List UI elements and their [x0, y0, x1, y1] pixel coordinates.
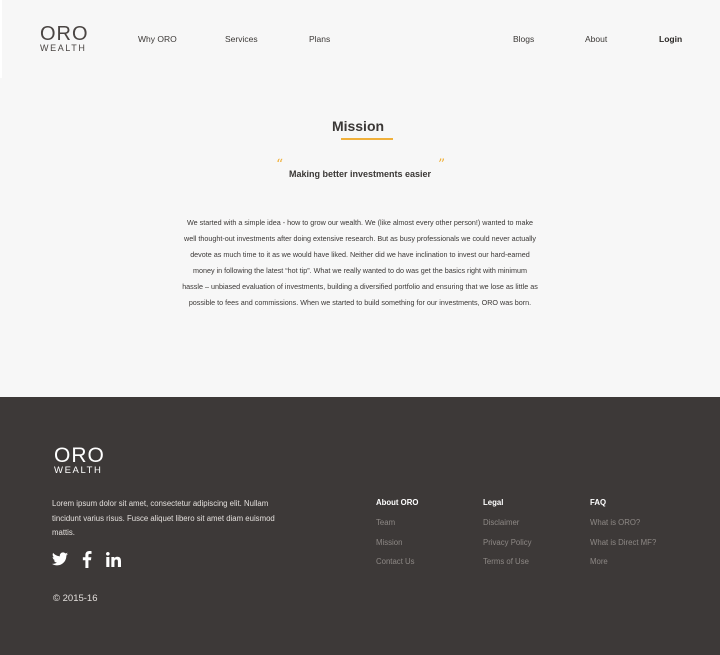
nav-services[interactable]: Services [225, 34, 258, 44]
twitter-icon[interactable] [52, 552, 68, 568]
footer-column-faq: FAQ What is ORO? What is Direct MF? More [590, 498, 656, 577]
footer-link-what-is-direct-mf[interactable]: What is Direct MF? [590, 538, 656, 547]
footer-link-disclaimer[interactable]: Disclaimer [483, 518, 532, 527]
oro-wealth-logo[interactable]: ORO WEALTH [40, 23, 90, 53]
nav-blogs[interactable]: Blogs [513, 34, 534, 44]
copyright-text: © 2015-16 [53, 593, 98, 604]
footer-column-heading: Legal [483, 498, 504, 507]
facebook-icon[interactable] [82, 551, 92, 568]
footer-link-what-is-oro[interactable]: What is ORO? [590, 518, 656, 527]
mission-title: Mission [331, 118, 385, 134]
footer-logo-wealth-text: WEALTH [54, 465, 103, 476]
footer-column-heading: About ORO [376, 498, 419, 507]
footer-link-more[interactable]: More [590, 557, 656, 566]
site-footer: ORO WEALTH Lorem ipsum dolor sit amet, c… [0, 397, 720, 655]
title-underline [341, 138, 393, 140]
mission-body: We started with a simple idea - how to g… [182, 218, 538, 307]
footer-column-legal: Legal Disclaimer Privacy Policy Terms of… [483, 498, 532, 577]
nav-about[interactable]: About [585, 34, 607, 44]
footer-logo[interactable]: ORO WEALTH [54, 444, 110, 476]
login-link[interactable]: Login [659, 34, 682, 44]
footer-link-mission[interactable]: Mission [376, 538, 418, 547]
mission-tagline: Making better investments easier [288, 169, 432, 179]
site-header: ORO WEALTH Why ORO Services Plans Blogs … [0, 0, 720, 78]
logo-oro-text: ORO [40, 23, 89, 45]
footer-description: Lorem ipsum dolor sit amet, consectetur … [52, 499, 275, 537]
footer-logo-oro-text: ORO [54, 444, 105, 467]
footer-link-terms-of-use[interactable]: Terms of Use [483, 557, 532, 566]
nav-plans[interactable]: Plans [309, 34, 330, 44]
footer-link-contact-us[interactable]: Contact Us [376, 557, 418, 566]
nav-why-oro[interactable]: Why ORO [138, 34, 177, 44]
footer-link-privacy-policy[interactable]: Privacy Policy [483, 538, 532, 547]
logo-wealth-text: WEALTH [40, 43, 87, 53]
footer-column-about: About ORO Team Mission Contact Us [376, 498, 418, 577]
footer-column-heading: FAQ [590, 498, 607, 507]
footer-link-team[interactable]: Team [376, 518, 418, 527]
linkedin-icon[interactable] [106, 552, 121, 568]
